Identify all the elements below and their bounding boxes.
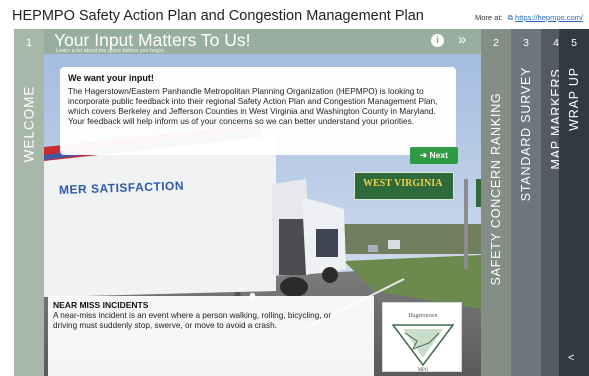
intro-card: We want your input! The Hagerstown/Easte… — [60, 67, 456, 155]
hepmpo-link[interactable]: https://hepmpo.com/ — [515, 13, 583, 22]
near-miss-body: A near-miss incident is an event where a… — [53, 311, 332, 330]
welcome-panel: WEST VIRGINIA MER SATISFACTION Your Inpu… — [44, 29, 481, 376]
hepmpo-logo: Hagerstown MPO — [391, 313, 455, 373]
tab-5-label: WRAP UP — [567, 67, 581, 131]
hepmpo-logo-card: Hagerstown MPO — [382, 302, 462, 373]
west-virginia-sign-text: WEST VIRGINIA — [363, 178, 443, 189]
info-icon[interactable]: i — [431, 34, 444, 47]
more-at: More at: ⧉ https://hepmpo.com/ — [475, 13, 583, 23]
page-title: HEPMPO Safety Action Plan and Congestion… — [12, 8, 424, 24]
tab-safety-concern-ranking[interactable]: 2 SAFETY CONCERN RANKING — [481, 29, 511, 376]
tab-standard-survey[interactable]: 3 STANDARD SURVEY — [511, 29, 541, 376]
logo-text-bottom: MPO — [418, 368, 429, 373]
near-miss-card: NEAR MISS INCIDENTS A near-miss incident… — [48, 296, 374, 376]
intro-heading: We want your input! — [68, 73, 154, 83]
tab-2-number: 2 — [493, 37, 499, 49]
tab-5-number: 5 — [571, 37, 577, 49]
welcome-subtitle: Learn a bit about the plans before you b… — [56, 48, 166, 54]
storymap-app: 1 WELCOME WEST VIRGINIA MER SATISFACTION… — [14, 29, 589, 376]
tab-welcome-label: WELCOME — [21, 85, 37, 163]
welcome-header: Your Input Matters To Us! Learn a bit ab… — [44, 29, 481, 54]
next-button[interactable]: ➔ Next — [410, 147, 458, 164]
intro-body: The Hagerstown/Eastern Panhandle Metropo… — [68, 86, 438, 126]
tab-welcome-number: 1 — [25, 37, 33, 49]
share-icon[interactable]: < — [568, 352, 574, 364]
west-virginia-sign: WEST VIRGINIA — [354, 172, 454, 200]
tab-3-number: 3 — [523, 37, 529, 49]
tab-2-label: SAFETY CONCERN RANKING — [489, 92, 503, 286]
tab-wrap-up[interactable]: 5 WRAP UP < — [559, 29, 589, 376]
external-link-icon: ⧉ — [507, 13, 513, 22]
more-at-label: More at: — [474, 13, 503, 22]
double-chevron-right-icon[interactable]: » — [458, 31, 466, 48]
logo-text-top: Hagerstown — [409, 313, 438, 319]
tab-welcome[interactable]: 1 WELCOME — [14, 29, 44, 376]
tab-3-label: STANDARD SURVEY — [519, 66, 533, 202]
near-miss-title: NEAR MISS INCIDENTS — [53, 300, 149, 310]
